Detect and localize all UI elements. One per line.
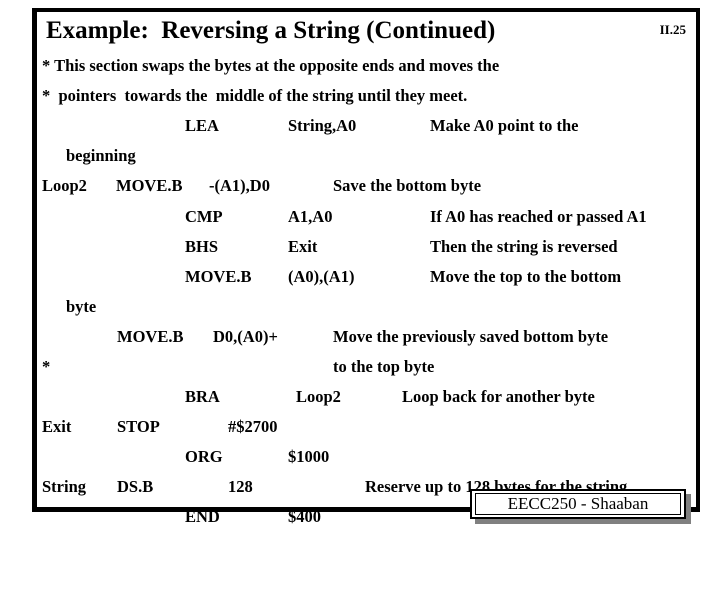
code-comment: Make A0 point to the [430,116,579,135]
code-row-move-saved: MOVE.B D0,(A0)+ Move the previously save… [32,327,700,357]
code-operand: -(A1),D0 [209,176,270,195]
code-operand: Exit [288,237,318,256]
code-opcode: DS.B [117,477,154,496]
code-opcode: BRA [185,387,220,406]
code-comment: Move the previously saved bottom byte [333,327,609,346]
code-opcode: MOVE.B [117,327,184,346]
slide-header: Example: Reversing a String (Continued) … [46,16,694,50]
code-operand: (A0),(A1) [288,267,355,286]
code-row-bra: BRA Loop2 Loop back for another byte [32,387,700,417]
code-comment: Save the bottom byte [333,176,482,195]
code-opcode: CMP [185,207,223,226]
code-comment-wrap: beginning [66,146,136,165]
slide-canvas: Example: Reversing a String (Continued) … [0,0,720,540]
footer-badge: EECC250 - Shaaban [470,489,691,524]
slide-number: II.25 [659,22,686,37]
code-operand: $400 [288,507,321,526]
footer-badge-label: EECC250 - Shaaban [507,494,649,513]
code-row-loop2: Loop2 MOVE.B -(A1),D0 Save the bottom by… [32,176,700,206]
code-star-marker: * [42,357,51,376]
code-operand: String,A0 [288,116,357,135]
code-label: String [42,477,87,496]
code-opcode: LEA [185,116,219,135]
code-row-org: ORG $1000 [32,447,700,477]
code-comment-wrap: to the top byte [333,357,435,376]
code-operand: A1,A0 [288,207,333,226]
code-operand: $1000 [288,447,330,466]
code-comment-header-2: * pointers towards the middle of the str… [42,86,468,105]
code-opcode: BHS [185,237,219,256]
code-comment: Then the string is reversed [430,237,618,256]
code-comment-header-1: * This section swaps the bytes at the op… [42,56,500,75]
code-comment-wrap: byte [66,297,97,316]
code-comment: If A0 has reached or passed A1 [430,207,647,226]
code-row-cmp: CMP A1,A0 If A0 has reached or passed A1 [32,207,700,237]
code-opcode: ORG [185,447,223,466]
code-label: Exit [42,417,72,436]
code-operand: 128 [228,477,253,496]
code-row-exit: Exit STOP #$2700 [32,417,700,447]
code-operand: Loop2 [296,387,341,406]
page-title: Example: Reversing a String (Continued) [46,17,496,44]
code-opcode: MOVE.B [116,176,183,195]
assembly-code-listing: * This section swaps the bytes at the op… [32,50,700,526]
code-comment: Loop back for another byte [402,387,595,406]
code-row-wrap-beginning: beginning [32,146,700,176]
code-opcode: END [185,507,220,526]
code-row-wrap-top-byte: * to the top byte [32,357,700,387]
footer-badge-plate: EECC250 - Shaaban [470,489,686,519]
code-comment: Move the top to the bottom [430,267,622,286]
code-row-wrap-byte: byte [32,297,700,327]
code-opcode: MOVE.B [185,267,252,286]
code-operand: #$2700 [228,417,278,436]
code-row-bhs: BHS Exit Then the string is reversed [32,237,700,267]
code-row-move-top-bottom: MOVE.B (A0),(A1) Move the top to the bot… [32,267,700,297]
code-operand: D0,(A0)+ [213,327,278,346]
code-row-lea: LEA String,A0 Make A0 point to the [32,116,700,146]
code-opcode: STOP [117,417,160,436]
code-label: Loop2 [42,176,87,195]
